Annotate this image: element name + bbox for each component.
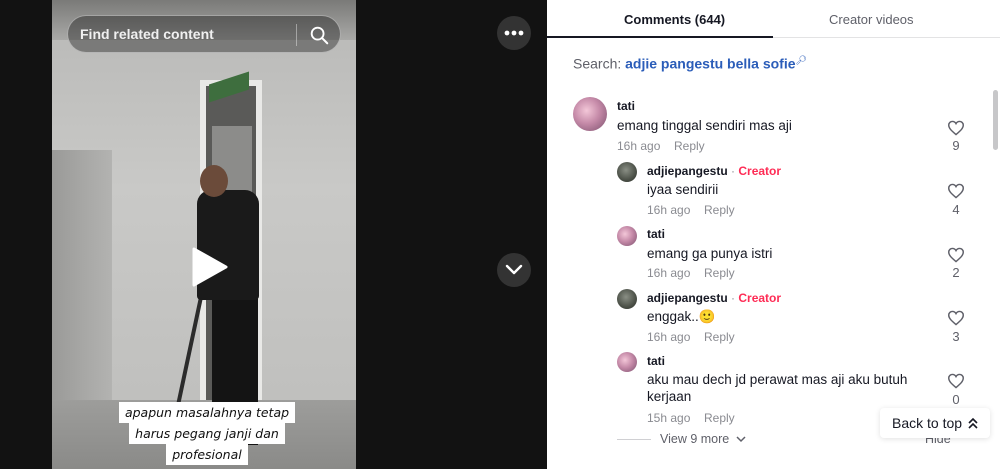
comment-time: 15h ago	[647, 411, 691, 425]
reply-button[interactable]: Reply	[704, 330, 735, 344]
comment-username[interactable]: tati	[647, 354, 665, 368]
heart-icon[interactable]	[947, 373, 965, 389]
separator-dot: ·	[731, 164, 736, 178]
comment-username[interactable]: adjiepangestu · Creator	[647, 164, 781, 178]
chevron-down-icon	[505, 264, 523, 275]
avatar[interactable]	[573, 97, 607, 131]
search-icon[interactable]	[308, 24, 330, 46]
tab-creator-videos[interactable]: Creator videos	[829, 12, 914, 27]
username-text[interactable]: adjiepangestu	[647, 164, 728, 178]
comment-username[interactable]: tati	[617, 99, 635, 113]
video-scene-person-head	[200, 165, 228, 197]
search-divider	[296, 24, 297, 46]
more-options-button[interactable]	[497, 16, 531, 50]
back-to-top-button[interactable]: Back to top	[880, 408, 991, 438]
comment-text: iyaa sendirii	[647, 182, 719, 197]
next-video-button[interactable]	[497, 253, 531, 287]
view-more-label[interactable]: View 9 more	[660, 432, 729, 446]
reply-button[interactable]: Reply	[704, 411, 735, 425]
chevron-down-icon	[736, 436, 746, 443]
avatar[interactable]	[617, 226, 637, 246]
avatar[interactable]	[617, 162, 637, 182]
comment-time: 16h ago	[647, 203, 691, 217]
search-prefix: Search:	[573, 55, 622, 72]
comment-username[interactable]: tati	[647, 227, 665, 241]
double-chevron-up-icon	[968, 417, 978, 429]
separator-dot: ·	[731, 291, 736, 305]
panel-tabs: Comments (644) Creator videos	[547, 0, 1000, 38]
like-count: 9	[952, 138, 960, 153]
video-pane: Find related content apapun masalahnya t…	[0, 0, 547, 469]
back-to-top-label[interactable]: Back to top	[892, 415, 962, 431]
like-count: 3	[952, 329, 960, 344]
caption-line: apapun masalahnya tetap	[118, 402, 296, 423]
avatar[interactable]	[617, 352, 637, 372]
video-caption: apapun masalahnya tetap harus pegang jan…	[112, 402, 302, 465]
search-query-link[interactable]: adjie pangestu bella sofie	[625, 56, 795, 72]
search-placeholder: Find related content	[80, 26, 214, 42]
comments-panel: Comments (644) Creator videos Search: ad…	[547, 0, 1000, 469]
comment-text: emang ga punya istri	[647, 246, 773, 261]
creator-badge: Creator	[738, 291, 782, 305]
comment-time: 16h ago	[647, 330, 691, 344]
more-dots-icon	[504, 30, 524, 36]
find-related-search[interactable]: Find related content	[67, 15, 341, 53]
view-more-replies-button[interactable]: View 9 more	[660, 432, 746, 446]
comment-time: 16h ago	[647, 266, 691, 280]
comment-text: emang tinggal sendiri mas aji	[617, 118, 792, 133]
heart-icon[interactable]	[947, 183, 965, 199]
caption-line: profesional	[166, 444, 248, 465]
active-tab-indicator	[547, 36, 773, 38]
heart-icon[interactable]	[947, 310, 965, 326]
username-text[interactable]: adjiepangestu	[647, 291, 728, 305]
search-icon: 🔎︎	[795, 55, 807, 65]
comment-text: enggak..🙂	[647, 309, 716, 324]
comment-time: 16h ago	[617, 139, 661, 153]
play-icon[interactable]	[184, 243, 232, 291]
video-player[interactable]	[52, 0, 356, 469]
heart-icon[interactable]	[947, 247, 965, 263]
heart-icon[interactable]	[947, 120, 965, 136]
creator-badge: Creator	[738, 164, 782, 178]
like-count: 0	[952, 392, 960, 407]
tab-comments[interactable]: Comments (644)	[624, 12, 725, 27]
scrollbar[interactable]	[993, 90, 998, 150]
like-count: 2	[952, 265, 960, 280]
comment-text: aku mau dech jd perawat mas aji aku butu…	[647, 372, 908, 404]
comment-username[interactable]: adjiepangestu · Creator	[647, 291, 781, 305]
view-more-divider	[617, 439, 651, 440]
reply-button[interactable]: Reply	[704, 266, 735, 280]
reply-button[interactable]: Reply	[704, 203, 735, 217]
like-count: 4	[952, 202, 960, 217]
avatar[interactable]	[617, 289, 637, 309]
caption-line: harus pegang janji dan	[129, 423, 285, 444]
reply-button[interactable]: Reply	[674, 139, 705, 153]
search-suggestion: Search: adjie pangestu bella sofie🔎︎	[573, 55, 807, 72]
